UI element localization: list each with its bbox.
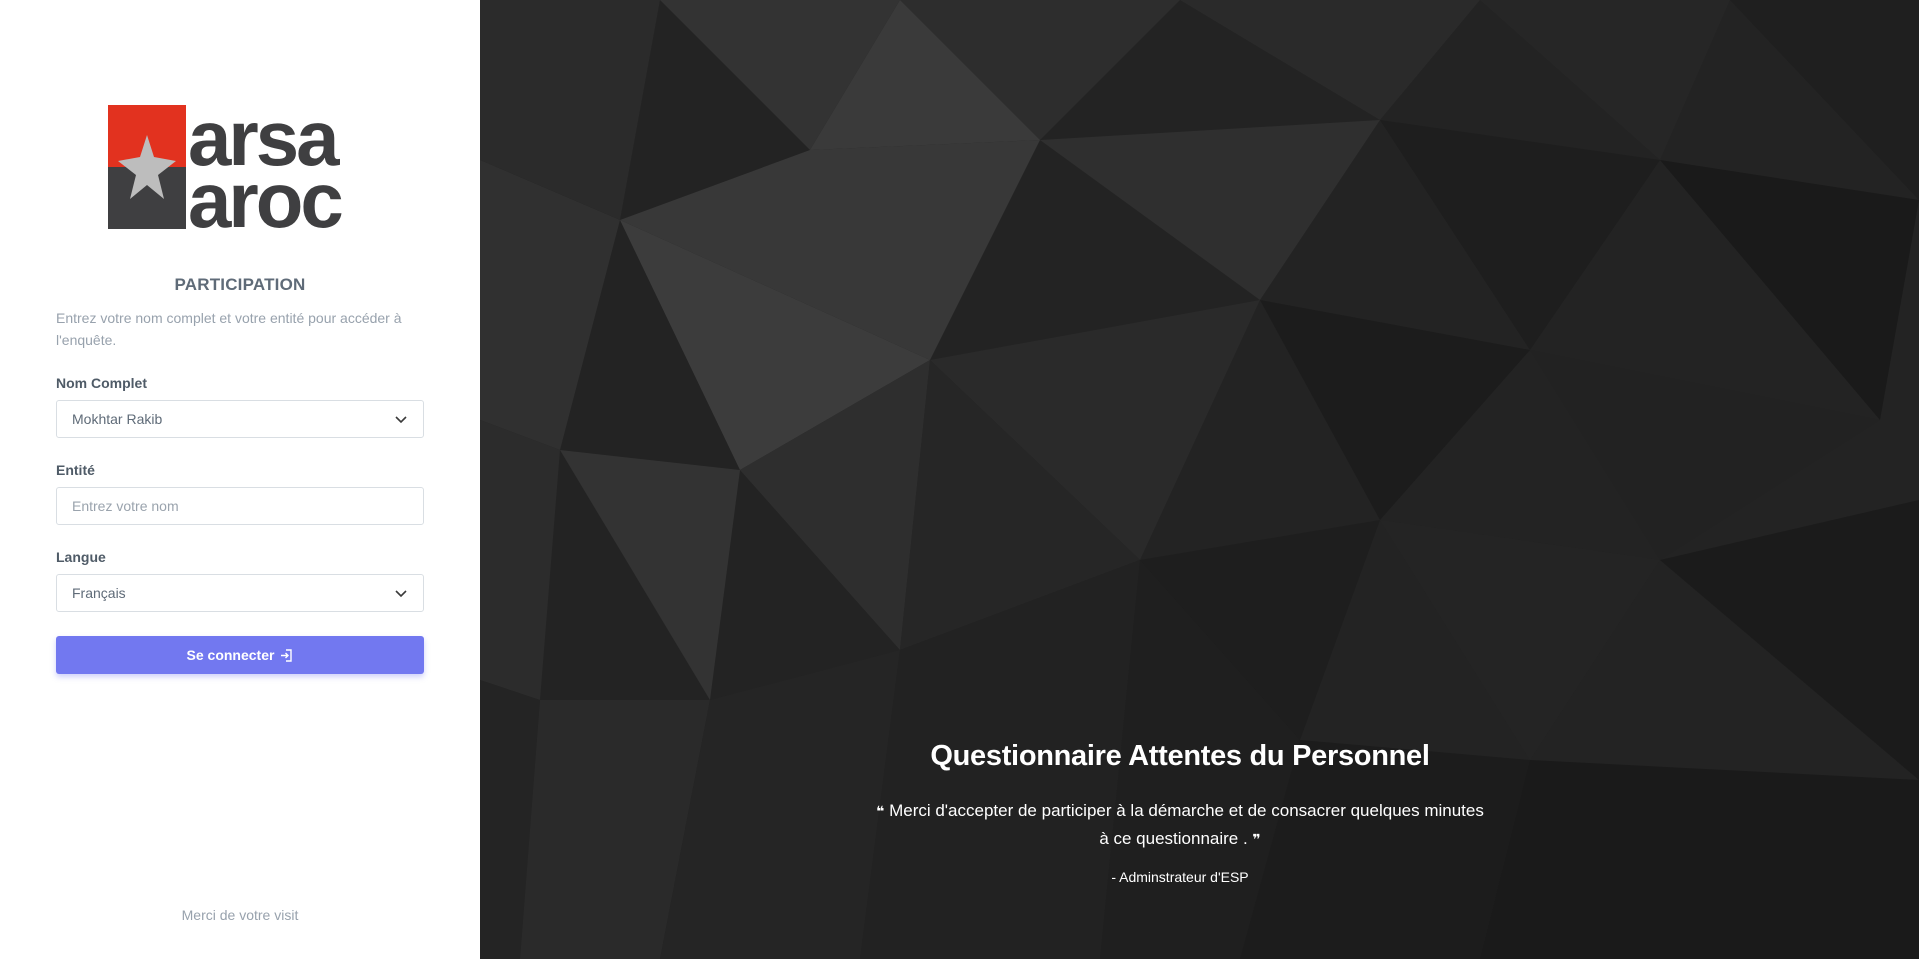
language-field: Langue Français: [56, 549, 424, 612]
svg-text:aroc: aroc: [188, 156, 342, 230]
name-select-value: Mokhtar Rakib: [72, 411, 163, 427]
form-title: PARTICIPATION: [174, 275, 306, 294]
entity-input[interactable]: Entrez votre nom: [56, 487, 424, 525]
form-subtitle: Entrez votre nom complet et votre entité…: [56, 310, 402, 348]
hero-author: - Adminstrateur d'ESP: [1111, 869, 1249, 885]
quote-close-icon: ❞: [1252, 831, 1261, 847]
entity-field: Entité Entrez votre nom: [56, 462, 424, 525]
login-button-label: Se connecter: [186, 647, 275, 663]
hero-quote-text: Merci d'accepter de participer à la déma…: [889, 801, 1484, 848]
hero-quote: ❝ Merci d'accepter de participer à la dé…: [870, 797, 1490, 853]
footer-text: Merci de votre visit: [181, 907, 299, 923]
name-field: Nom Complet Mokhtar Rakib: [56, 375, 424, 438]
language-select[interactable]: Français: [56, 574, 424, 612]
name-select[interactable]: Mokhtar Rakib: [56, 400, 424, 438]
chevron-down-icon: [395, 590, 407, 598]
name-label: Nom Complet: [56, 375, 147, 391]
chevron-down-icon: [395, 416, 407, 424]
hero-quote-block: Questionnaire Attentes du Personnel ❝ Me…: [870, 740, 1490, 885]
login-panel: arsa aroc PARTICIPATION Entrez votre nom…: [0, 0, 480, 959]
entity-label: Entité: [56, 462, 95, 478]
language-select-value: Français: [72, 585, 126, 601]
quote-open-icon: ❝: [876, 803, 885, 819]
marsa-maroc-logo: arsa aroc: [108, 94, 345, 244]
login-button[interactable]: Se connecter: [56, 636, 424, 674]
hero-title: Questionnaire Attentes du Personnel: [930, 740, 1430, 772]
entity-input-placeholder: Entrez votre nom: [72, 498, 179, 514]
language-label: Langue: [56, 549, 106, 565]
sign-in-icon: [281, 648, 293, 662]
hero-panel: Questionnaire Attentes du Personnel ❝ Me…: [480, 0, 1919, 959]
